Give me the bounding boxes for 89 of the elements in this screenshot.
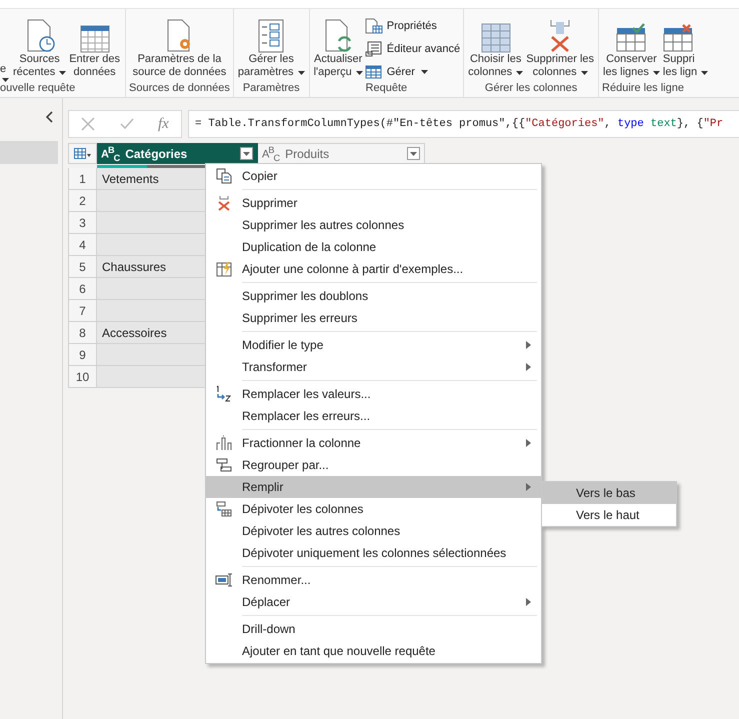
group-label: Réduire les ligne xyxy=(602,82,684,96)
menu-item[interactable]: Dépivoter les colonnes xyxy=(206,498,541,520)
caret-icon xyxy=(298,70,305,74)
document-table-icon xyxy=(364,18,383,34)
ribbon-button[interactable]: Gérer xyxy=(364,63,460,81)
copy-icon xyxy=(216,168,232,184)
row-number: 7 xyxy=(68,300,97,322)
row-number: 9 xyxy=(68,344,97,366)
remove-rows-icon xyxy=(662,23,693,53)
row-number: 3 xyxy=(68,212,97,234)
ribbon-button[interactable]: e xyxy=(0,15,11,82)
ribbon-button[interactable]: Actualiser l'aperçu xyxy=(312,15,364,82)
ribbon-button[interactable]: Paramètres de la source de données xyxy=(132,15,228,82)
caret-icon xyxy=(701,70,708,74)
ribbon-button[interactable]: Suppri les lign xyxy=(662,15,710,82)
submenu-arrow-icon xyxy=(526,341,531,349)
menu-item[interactable]: Vers le haut xyxy=(542,504,676,526)
caret-icon xyxy=(59,70,66,74)
menu-item[interactable]: Dépivoter uniquement les colonnes sélectionnées xyxy=(206,542,541,564)
menu-item[interactable]: Remplacer les valeurs... xyxy=(206,383,541,405)
menu-item[interactable]: Supprimer xyxy=(206,192,541,214)
table-lightning-icon xyxy=(216,261,232,277)
menu-item[interactable]: Drill-down xyxy=(206,618,541,640)
caret-icon xyxy=(420,70,428,74)
group-label: Paramètres xyxy=(242,82,300,96)
ribbon-button[interactable]: Conserver les lignes xyxy=(602,15,661,82)
group-label: Requête xyxy=(366,82,408,96)
menu-item[interactable]: Duplication de la colonne xyxy=(206,236,541,258)
group-label: Sources de données xyxy=(129,82,230,96)
caret-icon xyxy=(2,78,9,82)
row-number: 6 xyxy=(68,278,97,300)
menu-item[interactable]: Dépivoter les autres colonnes xyxy=(206,520,541,542)
submenu-arrow-icon xyxy=(526,598,531,606)
row-number: 8 xyxy=(68,322,97,344)
column-header[interactable]: A$^{B}$$_{C}$ Produits xyxy=(258,143,425,164)
ribbon-button[interactable]: Supprimer les colonnes xyxy=(525,15,596,82)
menu-item[interactable]: Vers le bas xyxy=(542,482,676,504)
row-number: 1 xyxy=(68,168,97,190)
submenu-arrow-icon xyxy=(526,439,531,447)
row-number: 10 xyxy=(68,366,97,388)
menu-item[interactable]: Regrouper par... xyxy=(206,454,541,476)
table-icon xyxy=(74,148,92,160)
group-label: Gérer les colonnes xyxy=(484,82,578,96)
menu-item[interactable]: Déplacer xyxy=(206,591,541,613)
group-by-icon xyxy=(216,458,232,472)
menu-item[interactable]: Ajouter en tant que nouvelle requête xyxy=(206,640,541,662)
menu-item[interactable]: Supprimer les doublons xyxy=(206,285,541,307)
table-menu-button[interactable] xyxy=(68,143,97,164)
ribbon-button[interactable]: Choisir les colonnes xyxy=(467,15,524,82)
submenu-arrow-icon xyxy=(526,363,531,371)
refresh-document-icon xyxy=(323,19,354,53)
split-column-icon xyxy=(216,435,232,451)
row-number: 5 xyxy=(68,256,97,278)
row-number: 4 xyxy=(68,234,97,256)
menu-item[interactable]: Renommer... xyxy=(206,569,541,591)
caret-icon xyxy=(516,70,524,74)
rename-icon xyxy=(215,573,233,587)
function-button[interactable]: fx xyxy=(158,116,169,132)
row-number: 2 xyxy=(68,190,97,212)
caret-icon xyxy=(356,70,363,74)
menu-item[interactable]: Fractionner la colonne xyxy=(206,432,541,454)
ribbon-button[interactable]: Propriétés xyxy=(364,17,460,35)
list-icon xyxy=(258,19,284,53)
collapse-icon[interactable] xyxy=(45,111,53,123)
table-icon xyxy=(480,23,511,53)
caret-icon xyxy=(580,70,588,74)
replace-values-icon xyxy=(216,385,232,403)
check-icon[interactable] xyxy=(120,118,134,130)
table-icon xyxy=(80,25,110,53)
delete-icon xyxy=(217,195,231,211)
scroll-document-icon xyxy=(364,41,383,57)
table-icon xyxy=(364,64,383,80)
menu-item[interactable]: Remplacer les erreurs... xyxy=(206,405,541,427)
filter-dropdown-icon[interactable] xyxy=(407,147,420,160)
menu-item[interactable]: Supprimer les autres colonnes xyxy=(206,214,541,236)
filter-dropdown-icon[interactable] xyxy=(240,147,253,160)
menu-item[interactable]: Remplir xyxy=(206,476,541,498)
unpivot-icon xyxy=(216,501,232,517)
caret-icon xyxy=(652,70,660,74)
keep-rows-icon xyxy=(616,23,646,53)
submenu-arrow-icon xyxy=(526,483,531,491)
menu-item[interactable]: Transformer xyxy=(206,356,541,378)
ribbon-button[interactable]: Sources récentes xyxy=(12,15,68,82)
formula-field[interactable]: = Table.TransformColumnTypes(#"En-têtes promus",{{"Catégories", type text}, {"Pr xyxy=(188,110,739,138)
group-label: ouvelle requête xyxy=(0,82,76,96)
ribbon-button[interactable]: Entrer des données xyxy=(68,15,121,82)
column-header[interactable]: A$^{B}$$_{C}$ Catégories xyxy=(97,143,258,164)
ribbon-button[interactable]: Éditeur avancé xyxy=(364,40,460,58)
ribbon-button[interactable]: Gérer les paramètres xyxy=(236,15,306,82)
